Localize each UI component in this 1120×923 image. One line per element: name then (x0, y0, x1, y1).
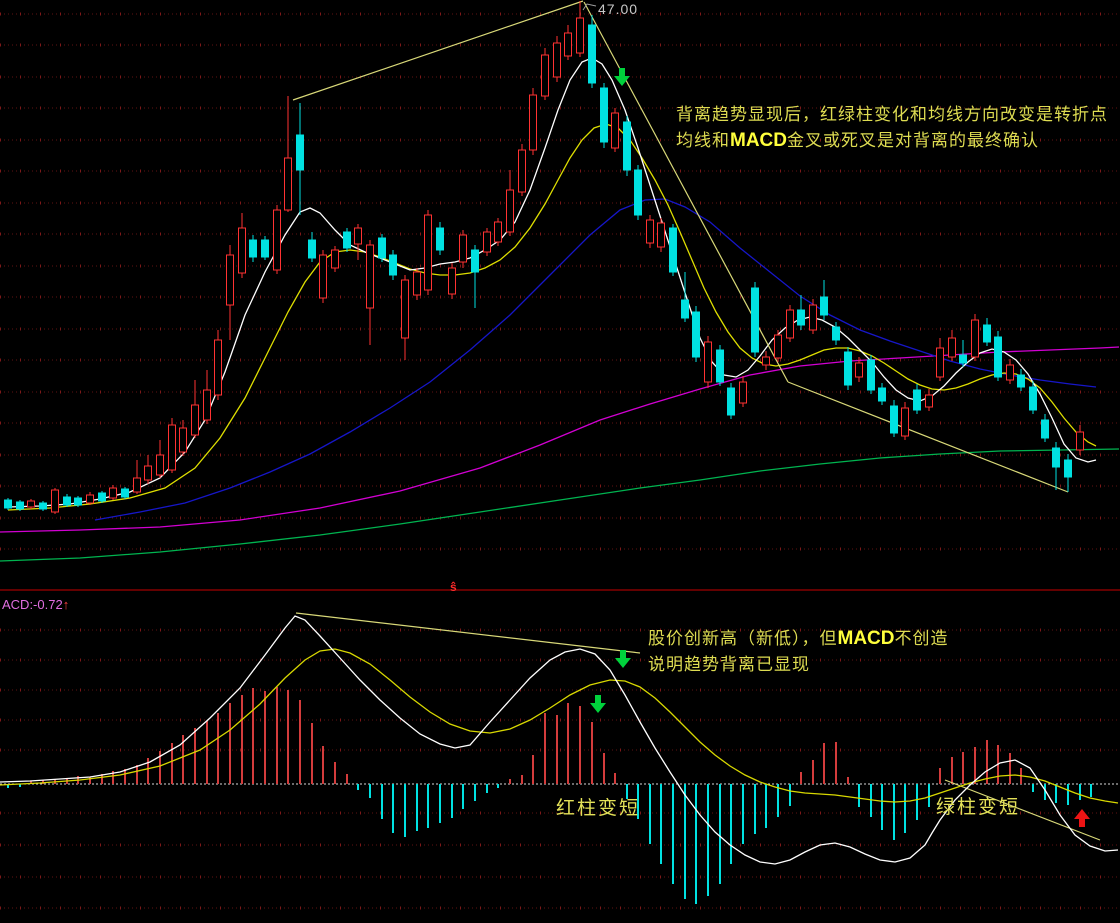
macd-up-arrow-icon: ↑ (63, 597, 70, 612)
green-bars-shrink-label: 绿柱变短 (936, 792, 1020, 819)
annotation-macd-line1: 股价创新高（新低），但MACD不创造 (648, 626, 949, 652)
separator-marker: ŝ (450, 580, 457, 594)
trading-chart-screen: 47.00 背离趋势显现后，红绿柱变化和均线方向改变是转折点 均线和MACD金叉… (0, 0, 1120, 923)
red-bars-shrink-label: 红柱变短 (556, 793, 640, 820)
annotation-top: 背离趋势显现后，红绿柱变化和均线方向改变是转折点 均线和MACD金叉或死叉是对背… (676, 102, 1108, 154)
annotation-top-line2: 均线和MACD金叉或死叉是对背离的最终确认 (676, 128, 1108, 154)
annotation-macd-line2: 说明趋势背离已显现 (648, 652, 949, 678)
macd-value-label: ACD:-0.72↑ (2, 597, 69, 612)
peak-price-label: 47.00 (598, 1, 638, 17)
annotation-macd: 股价创新高（新低），但MACD不创造 说明趋势背离已显现 (648, 626, 949, 678)
macd-keyword: MACD (838, 628, 895, 649)
annotation-top-line1: 背离趋势显现后，红绿柱变化和均线方向改变是转折点 (676, 102, 1108, 128)
macd-keyword: MACD (730, 130, 787, 151)
